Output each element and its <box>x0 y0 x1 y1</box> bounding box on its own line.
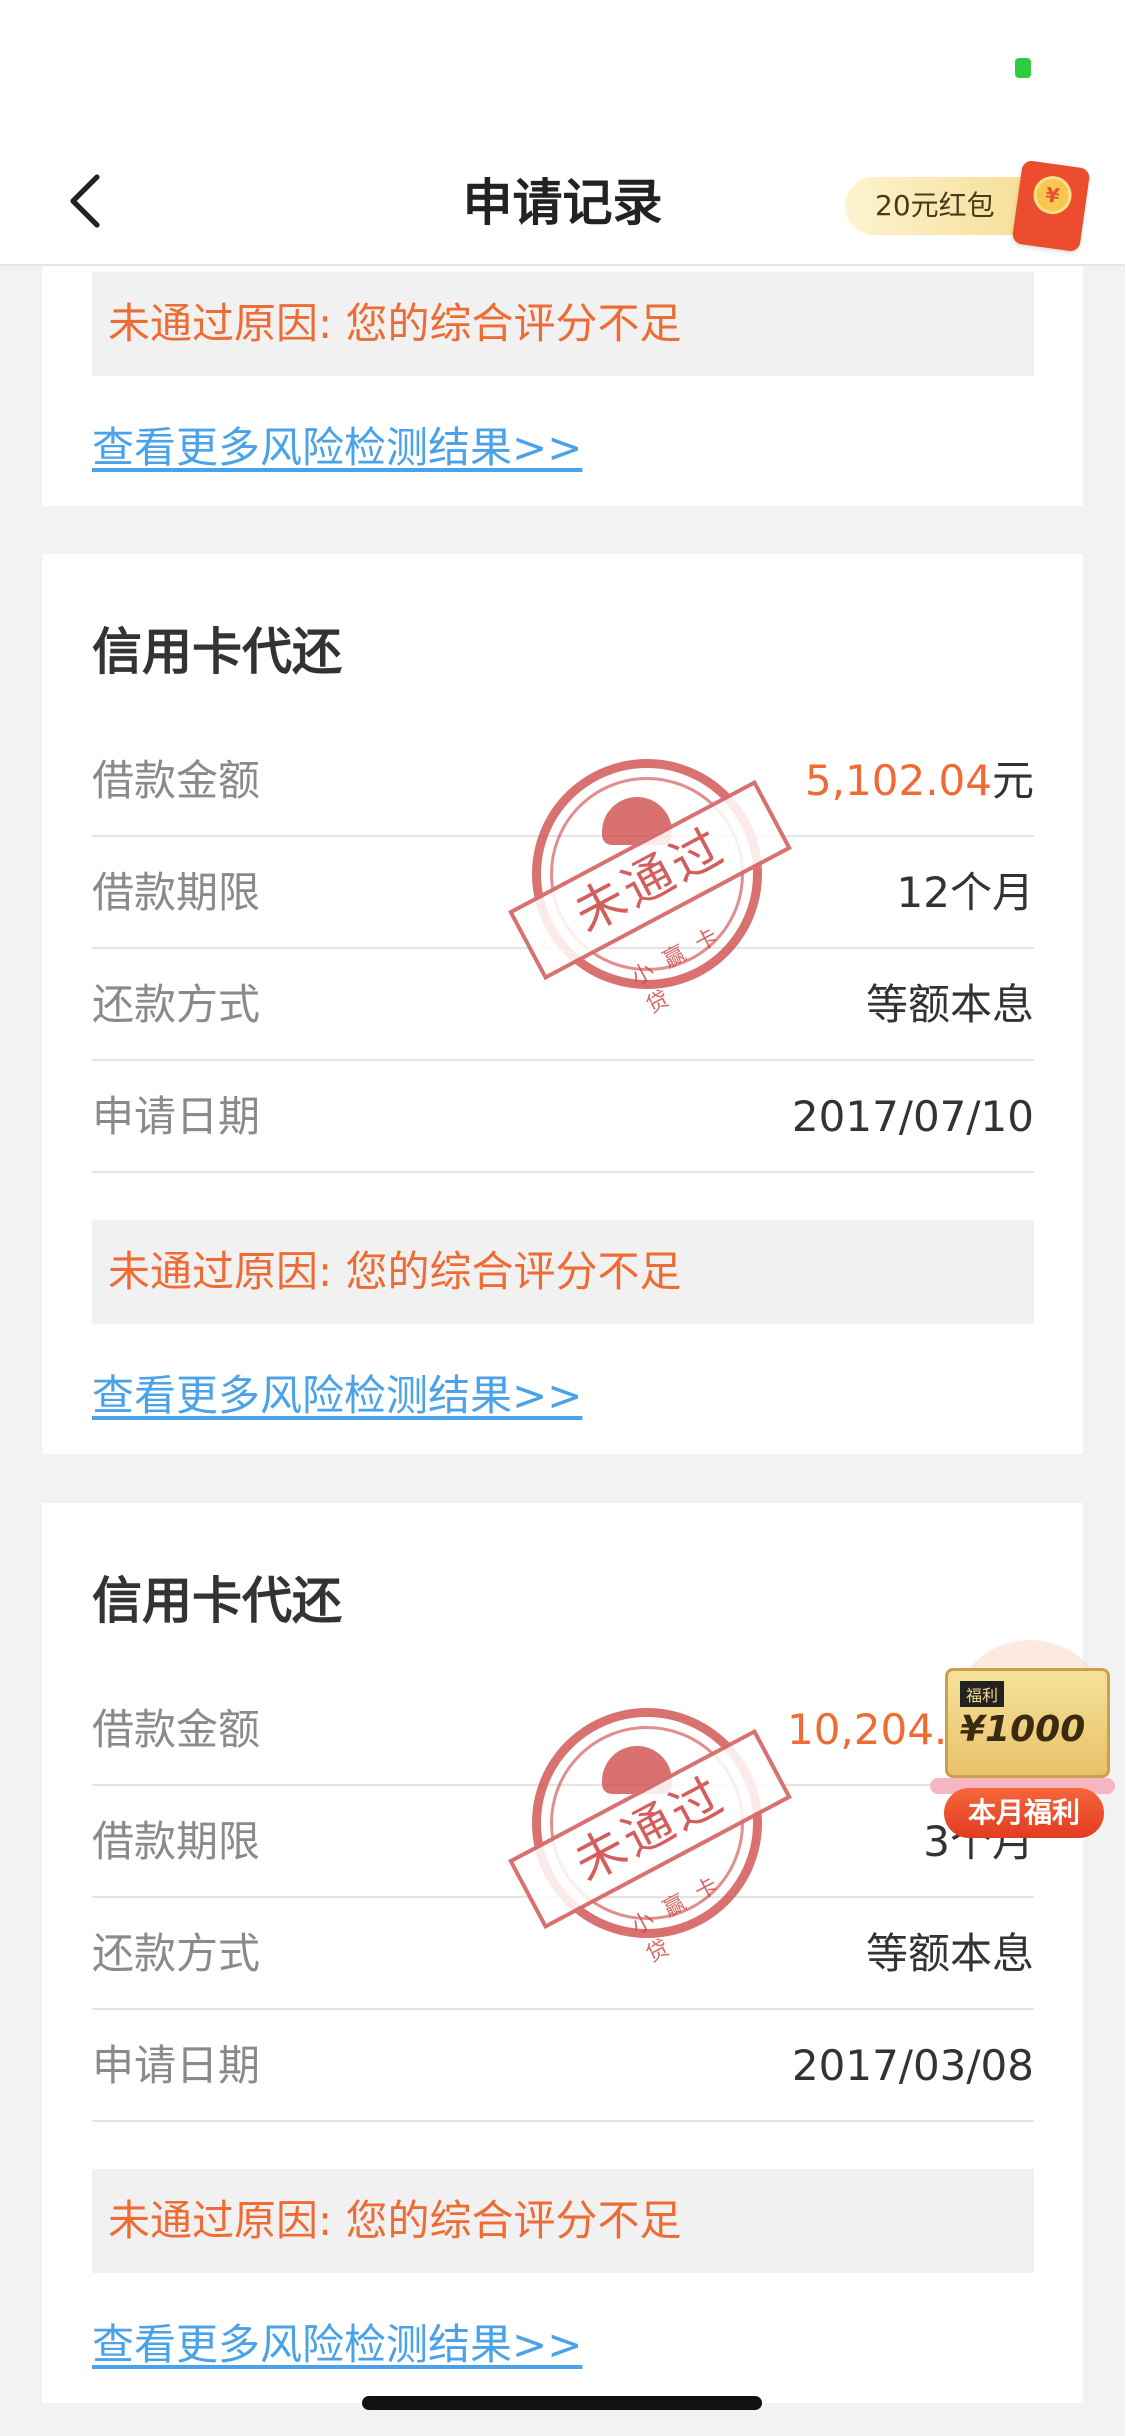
repay-value: 等额本息 <box>865 980 1034 1029</box>
risk-result-link[interactable]: 查看更多风险检测结果>> <box>92 414 582 475</box>
reject-reason: 未通过原因: 您的综合评分不足 <box>92 1220 1034 1324</box>
chevron-left-icon <box>70 174 100 228</box>
date-value: 2017/07/10 <box>791 1092 1034 1141</box>
row-label: 借款金额 <box>92 756 261 805</box>
row-label: 申请日期 <box>92 1092 261 1141</box>
rejected-stamp: 未通过 小赢卡贷 <box>508 1708 792 1968</box>
row-date: 申请日期 2017/03/08 <box>92 2010 1034 2122</box>
back-button[interactable] <box>50 166 120 236</box>
application-card-partial: 未通过原因: 您的综合评分不足 查看更多风险检测结果>> <box>42 266 1083 506</box>
rejected-stamp: 未通过 小赢卡贷 <box>508 759 792 1019</box>
status-bar <box>0 0 1125 140</box>
coin-icon: ¥ <box>1031 173 1074 217</box>
home-indicator <box>362 2396 762 2410</box>
monthly-benefit-promo[interactable]: 福利 ¥1000 本月福利 <box>930 1640 1125 1850</box>
row-label: 还款方式 <box>92 1929 261 1978</box>
amount-value: 5,102.04 <box>804 756 992 805</box>
risk-result-link[interactable]: 查看更多风险检测结果>> <box>92 1362 582 1423</box>
promo-amount: ¥1000 <box>960 1709 1086 1750</box>
promo-coupon: 福利 ¥1000 <box>945 1668 1110 1778</box>
repay-value: 等额本息 <box>865 1929 1034 1978</box>
battery-icon <box>1015 58 1031 78</box>
amount-unit: 元 <box>991 756 1034 805</box>
row-date: 申请日期 2017/07/10 <box>92 1061 1034 1173</box>
reject-reason: 未通过原因: 您的综合评分不足 <box>92 272 1034 376</box>
promo-tag: 福利 <box>960 1681 1005 1707</box>
red-packet-icon: ¥ <box>1011 159 1091 253</box>
risk-result-link[interactable]: 查看更多风险检测结果>> <box>92 2311 582 2372</box>
reject-reason: 未通过原因: 您的综合评分不足 <box>92 2169 1034 2273</box>
promo-label: 本月福利 <box>944 1788 1104 1838</box>
row-label: 还款方式 <box>92 980 261 1029</box>
application-card: 信用卡代还 借款金额 10,204.0 借款期限 3个月 还款方式 等额本息 申… <box>42 1503 1083 2403</box>
row-label: 借款金额 <box>92 1705 261 1754</box>
nav-bar: 申请记录 20元红包 ¥ <box>0 140 1125 266</box>
row-label: 借款期限 <box>92 1817 261 1866</box>
card-title: 信用卡代还 <box>92 623 342 681</box>
row-label: 借款期限 <box>92 868 261 917</box>
row-label: 申请日期 <box>92 2041 261 2090</box>
card-title: 信用卡代还 <box>92 1572 342 1630</box>
term-value: 12个月 <box>896 868 1034 917</box>
date-value: 2017/03/08 <box>791 2041 1034 2090</box>
row-value: 5,102.04元 <box>805 725 1034 837</box>
red-packet-button[interactable]: 20元红包 ¥ <box>845 159 1095 253</box>
application-card: 信用卡代还 借款金额 5,102.04元 借款期限 12个月 还款方式 等额本息… <box>42 554 1083 1454</box>
